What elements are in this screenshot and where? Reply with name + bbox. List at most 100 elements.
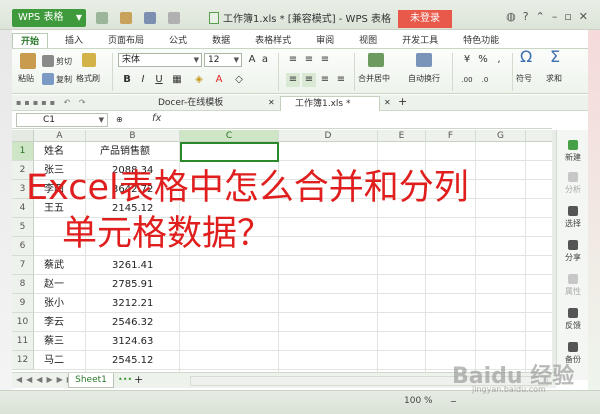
row-header[interactable]: 1 (12, 142, 34, 161)
omega-icon[interactable]: Ω (520, 49, 532, 65)
percent-button[interactable]: % (476, 53, 490, 67)
font-color-icon[interactable]: A (212, 73, 226, 87)
sigma-icon[interactable]: Σ (550, 49, 560, 65)
sheet-tab-sheet1[interactable]: Sheet1 (68, 373, 114, 388)
decrease-decimal-icon[interactable]: .0 (478, 73, 492, 87)
format-painter-label[interactable]: 格式刷 (76, 73, 100, 85)
cell-b1[interactable]: 产品销售额 (100, 142, 150, 161)
row-header[interactable]: 10 (12, 313, 34, 332)
italic-button[interactable]: I (136, 73, 150, 87)
align-center-icon[interactable]: ≡ (302, 73, 316, 87)
task-share[interactable]: 分享 (557, 240, 589, 263)
justify-icon[interactable]: ≡ (334, 73, 348, 87)
name-box[interactable]: C1 ▼ (16, 113, 108, 127)
add-sheet-icon[interactable]: + (134, 374, 143, 386)
task-new[interactable]: 新建 (557, 140, 589, 163)
active-cell-c1[interactable] (180, 142, 279, 162)
align-right-icon[interactable]: ≡ (318, 73, 332, 87)
align-bottom-icon[interactable]: ≡ (318, 53, 332, 67)
row-header[interactable]: 9 (12, 294, 34, 313)
column-header-c[interactable]: C (180, 130, 279, 142)
toolbar-icons[interactable]: ▪▪▪▪▪ ↶ ↷ (16, 97, 89, 109)
merge-center-label[interactable]: 合并居中 (358, 73, 390, 85)
cell-a8[interactable]: 赵一 (44, 275, 64, 294)
sum-label[interactable]: 求和 (546, 73, 562, 85)
column-header-e[interactable]: E (378, 130, 426, 142)
zoom-level[interactable]: 100 % (404, 396, 433, 406)
tab-view[interactable]: 视图 (351, 33, 385, 49)
paste-button[interactable] (20, 53, 38, 70)
row-header[interactable]: 5 (12, 218, 34, 237)
copy-button[interactable]: 复制 (42, 73, 72, 86)
task-properties[interactable]: 属性 (557, 274, 589, 297)
task-feedback[interactable]: 反馈 (557, 308, 589, 331)
fx-icon[interactable]: fx (152, 113, 161, 124)
task-analyze[interactable]: 分析 (557, 172, 589, 195)
maximize-icon[interactable]: ▫ (564, 10, 571, 23)
clear-format-icon[interactable]: ◇ (232, 73, 246, 87)
fill-color-icon[interactable]: ◈ (192, 73, 206, 87)
close-icon[interactable]: ✕ (268, 97, 275, 109)
font-name-select[interactable]: 宋体 ▼ (118, 53, 202, 67)
format-painter-button[interactable] (82, 53, 98, 68)
zoom-out-icon[interactable]: − (450, 396, 457, 408)
tab-table-style[interactable]: 表格样式 (247, 33, 299, 49)
tab-review[interactable]: 审阅 (308, 33, 342, 49)
column-header-f[interactable]: F (426, 130, 476, 142)
cell-b9[interactable]: 3212.21 (112, 294, 153, 313)
tab-docer[interactable]: Docer-在线模板 (144, 96, 264, 111)
tab-features[interactable]: 特色功能 (455, 33, 507, 49)
cell-b10[interactable]: 2546.32 (112, 313, 153, 332)
close-icon[interactable]: ✕ (579, 10, 588, 23)
tab-formulas[interactable]: 公式 (161, 33, 195, 49)
skin-icon[interactable]: ◍ (506, 10, 516, 23)
row-header[interactable]: 12 (12, 351, 34, 370)
merge-center-button[interactable] (368, 53, 386, 68)
cell-b7[interactable]: 3261.41 (112, 256, 153, 275)
sheet-menu-icon[interactable]: ••• (118, 374, 132, 386)
shrink-font-icon[interactable]: a (258, 53, 272, 67)
cell-b11[interactable]: 3124.63 (112, 332, 153, 351)
row-header[interactable]: 8 (12, 275, 34, 294)
comma-icon[interactable]: , (492, 53, 506, 67)
task-select[interactable]: 选择 (557, 206, 589, 229)
bold-button[interactable]: B (120, 73, 134, 87)
column-header-a[interactable]: A (34, 130, 86, 142)
align-left-icon[interactable]: ≡ (286, 73, 300, 87)
tab-data[interactable]: 数据 (204, 33, 238, 49)
tab-home[interactable]: 开始 (12, 33, 49, 49)
cell-a7[interactable]: 蔡武 (44, 256, 64, 275)
help-icon[interactable]: ? (523, 10, 529, 23)
close-icon[interactable]: ✕ (384, 97, 391, 109)
cell-a11[interactable]: 蔡三 (44, 332, 64, 351)
column-header-d[interactable]: D (279, 130, 378, 142)
minimize-icon[interactable]: – (552, 10, 558, 23)
tab-workbook[interactable]: 工作簿1.xls * (280, 96, 380, 111)
row-header[interactable]: 6 (12, 237, 34, 256)
align-top-icon[interactable]: ≡ (286, 53, 300, 67)
column-header-b[interactable]: B (86, 130, 180, 142)
tab-page-layout[interactable]: 页面布局 (100, 33, 152, 49)
align-middle-icon[interactable]: ≡ (302, 53, 316, 67)
new-tab-icon[interactable]: + (398, 96, 407, 108)
font-size-select[interactable]: 12 ▼ (204, 53, 242, 67)
border-icon[interactable]: ▦ (170, 73, 184, 87)
cell-b12[interactable]: 2545.12 (112, 351, 153, 370)
paste-label[interactable]: 粘贴 (18, 73, 34, 85)
currency-icon[interactable]: ¥ (460, 53, 474, 67)
symbol-label[interactable]: 符号 (516, 73, 532, 85)
wrap-text-label[interactable]: 自动换行 (408, 73, 440, 85)
cell-b8[interactable]: 2785.91 (112, 275, 153, 294)
cell-a9[interactable]: 张小 (44, 294, 64, 313)
ribbon-toggle-icon[interactable]: ⌃ (536, 10, 545, 23)
cell-a1[interactable]: 姓名 (44, 142, 64, 161)
tab-developer[interactable]: 开发工具 (394, 33, 446, 49)
row-header[interactable]: 7 (12, 256, 34, 275)
underline-button[interactable]: U (152, 73, 166, 87)
increase-decimal-icon[interactable]: .00 (460, 73, 474, 87)
column-header-g[interactable]: G (476, 130, 526, 142)
cell-a10[interactable]: 李云 (44, 313, 64, 332)
cell-a12[interactable]: 马二 (44, 351, 64, 370)
wrap-text-button[interactable] (416, 53, 434, 68)
login-button[interactable]: 未登录 (398, 10, 452, 28)
